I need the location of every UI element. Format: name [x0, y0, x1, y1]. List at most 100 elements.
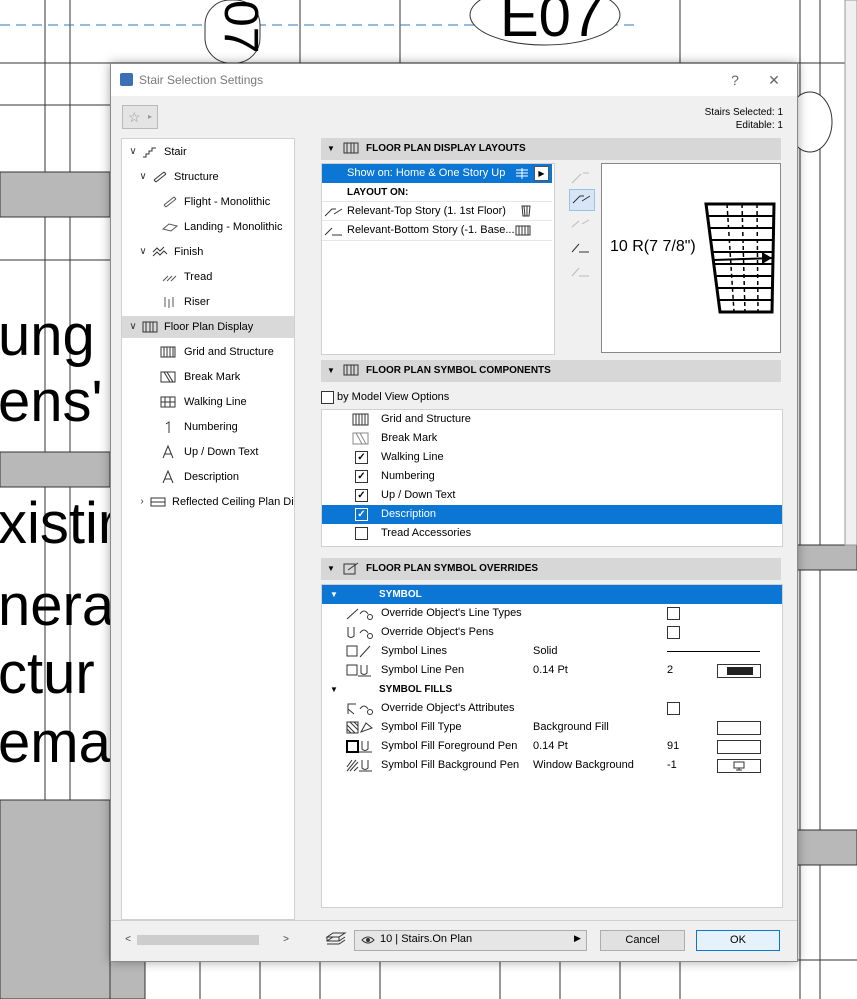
tree-item-break-mark[interactable]: Break Mark [122, 366, 294, 388]
layer-icon [325, 932, 347, 945]
tree-item-floor-plan-display[interactable]: ∨ Floor Plan Display [122, 316, 294, 338]
chevron-down-icon[interactable]: ∨ [128, 316, 138, 338]
tree-item-flight-monolithic[interactable]: Flight - Monolithic [122, 191, 294, 213]
tree-item-tread[interactable]: Tread [122, 266, 294, 288]
tree-horizontal-scrollbar[interactable]: < > [121, 932, 293, 948]
override-line-types-checkbox[interactable] [667, 607, 680, 620]
tree-item-description[interactable]: Description [122, 466, 294, 488]
scroll-right-icon[interactable]: > [279, 932, 293, 948]
eye-icon [361, 936, 375, 944]
override-row[interactable]: Symbol Fill Foreground Pen 0.14 Pt 91 [322, 737, 782, 756]
tree-item-walking-line[interactable]: Walking Line [122, 391, 294, 413]
override-pens-checkbox[interactable] [667, 626, 680, 639]
group-symbol-fills[interactable]: ▼ SYMBOL FILLS [322, 680, 782, 699]
tread-accessories-checkbox[interactable] [355, 527, 368, 540]
solid-line-sample[interactable] [667, 651, 760, 652]
section-header-display-layouts[interactable]: ▼ FLOOR PLAN DISPLAY LAYOUTS [321, 138, 781, 160]
symbol-option-icon[interactable] [569, 213, 593, 233]
close-button[interactable]: ✕ [764, 70, 784, 90]
override-row[interactable]: Override Object's Line Types [322, 604, 782, 623]
tree-item-stair[interactable]: ∨ Stair [122, 141, 294, 163]
collapse-triangle-icon[interactable]: ▼ [330, 680, 338, 699]
fill-type-swatch[interactable] [717, 721, 761, 735]
up-down-text-checkbox[interactable]: ✓ [355, 489, 368, 502]
layout-symbol-options [565, 163, 597, 353]
symbol-option-icon[interactable] [569, 261, 593, 281]
tree-item-structure[interactable]: ∨ Structure [122, 166, 294, 188]
preview-description-text: 10 R(7 7/8") [610, 238, 696, 255]
pen-number[interactable]: 2 [667, 661, 673, 680]
collapse-triangle-icon[interactable]: ▼ [327, 138, 335, 160]
pen-number[interactable]: -1 [667, 756, 677, 775]
override-row[interactable]: Override Object's Pens [322, 623, 782, 642]
cancel-button[interactable]: Cancel [600, 930, 685, 951]
override-value[interactable]: Background Fill [533, 718, 609, 737]
tree-item-label: Stair [164, 146, 187, 158]
show-on-row[interactable]: Show on: Home & One Story Up ▶ [322, 164, 552, 183]
component-row[interactable]: Break Mark [322, 429, 782, 448]
by-model-view-label: by Model View Options [337, 391, 450, 403]
tree-item-up-down-text[interactable]: Up / Down Text [122, 441, 294, 463]
chevron-down-icon[interactable]: ∨ [138, 166, 148, 188]
override-row[interactable]: Symbol Fill Type Background Fill [322, 718, 782, 737]
group-symbol[interactable]: ▼ SYMBOL [322, 585, 782, 604]
chevron-down-icon[interactable]: ∨ [128, 141, 138, 163]
window-background-swatch[interactable] [717, 759, 761, 773]
collapse-triangle-icon[interactable]: ▼ [327, 360, 335, 382]
override-value[interactable]: 0.14 Pt [533, 661, 568, 680]
symbol-option-icon[interactable] [569, 167, 593, 187]
component-row[interactable]: Tread Accessories [322, 524, 782, 543]
tree-item-riser[interactable]: Riser [122, 291, 294, 313]
symbol-option-icon[interactable] [569, 237, 593, 257]
override-row[interactable]: Symbol Line Pen 0.14 Pt 2 [322, 661, 782, 680]
ok-button[interactable]: OK [696, 930, 780, 951]
pen-color-swatch[interactable] [717, 664, 761, 678]
tree-item-grid-and-structure[interactable]: Grid and Structure [122, 341, 294, 363]
tree-item-reflected-ceiling-plan[interactable]: › Reflected Ceiling Plan Di [122, 491, 294, 513]
line-type-override-icon [346, 608, 373, 620]
collapse-triangle-icon[interactable]: ▼ [327, 558, 335, 580]
walking-line-checkbox[interactable]: ✓ [355, 451, 368, 464]
override-row[interactable]: Override Object's Attributes [322, 699, 782, 718]
numbering-checkbox[interactable]: ✓ [355, 470, 368, 483]
help-button[interactable]: ? [725, 70, 745, 90]
override-row[interactable]: Symbol Lines Solid [322, 642, 782, 661]
favorites-button[interactable]: ☆ ▸ [122, 105, 158, 129]
section-header-symbol-components[interactable]: ▼ FLOOR PLAN SYMBOL COMPONENTS [321, 360, 781, 382]
layer-selector[interactable]: 10 | Stairs.On Plan ▶ [354, 930, 587, 951]
override-value[interactable]: 0.14 Pt [533, 737, 568, 756]
component-row-selected[interactable]: ✓ Description [322, 505, 782, 524]
by-model-view-checkbox[interactable] [321, 391, 334, 404]
chevron-down-icon[interactable]: ∨ [138, 241, 148, 263]
arrow-right-icon[interactable]: ▶ [534, 166, 549, 181]
override-value[interactable]: Window Background [533, 756, 634, 775]
tree-item-numbering[interactable]: Numbering [122, 416, 294, 438]
pen-color-swatch[interactable] [717, 740, 761, 754]
layout-row-bottom-story[interactable]: Relevant-Bottom Story (-1. Base... [322, 220, 552, 241]
by-model-view-options-row[interactable]: by Model View Options [321, 390, 621, 406]
component-row[interactable]: Grid and Structure [322, 410, 782, 429]
section-header-symbol-overrides[interactable]: ▼ FLOOR PLAN SYMBOL OVERRIDES [321, 558, 781, 580]
tree-item-finish[interactable]: ∨ Finish [122, 241, 294, 263]
collapse-triangle-icon[interactable]: ▼ [330, 585, 338, 604]
tree-item-landing-monolithic[interactable]: Landing - Monolithic [122, 216, 294, 238]
override-value[interactable]: Solid [533, 642, 557, 661]
override-attributes-checkbox[interactable] [667, 702, 680, 715]
component-row[interactable]: ✓ Numbering [322, 467, 782, 486]
scroll-left-icon[interactable]: < [121, 932, 135, 948]
tree-item-label: Grid and Structure [184, 346, 274, 358]
override-row[interactable]: Symbol Fill Background Pen Window Backgr… [322, 756, 782, 775]
pen-number[interactable]: 91 [667, 737, 679, 756]
override-label: Override Object's Pens [381, 626, 494, 638]
chevron-right-icon[interactable]: › [137, 491, 147, 513]
override-label: Override Object's Attributes [381, 702, 515, 714]
component-row[interactable]: ✓ Up / Down Text [322, 486, 782, 505]
stair-symbol-icon [521, 205, 531, 217]
chevron-right-icon: ▶ [574, 933, 581, 943]
component-row[interactable]: ✓ Walking Line [322, 448, 782, 467]
overrides-list: ▼ SYMBOL Override Object's Line Types Ov… [321, 584, 783, 908]
layout-row-top-story[interactable]: Relevant-Top Story (1. 1st Floor) [322, 201, 552, 221]
scroll-thumb[interactable] [137, 935, 259, 945]
symbol-option-icon-selected[interactable] [569, 189, 595, 211]
description-checkbox[interactable]: ✓ [355, 508, 368, 521]
